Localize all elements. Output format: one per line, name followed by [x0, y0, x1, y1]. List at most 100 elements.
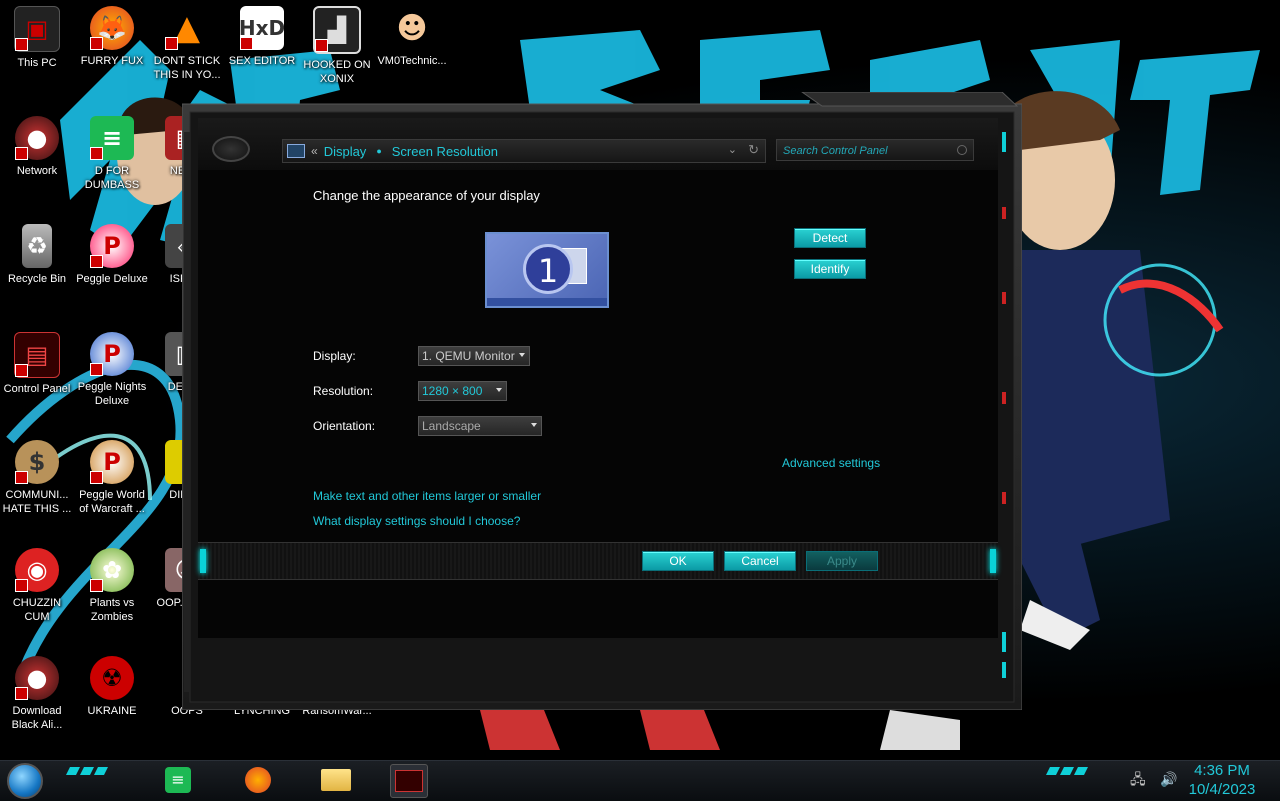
orientation-select-value: Landscape — [422, 419, 481, 433]
desktop-icon-peggle-deluxe[interactable]: P Peggle Deluxe — [75, 218, 149, 286]
system-tray: 🖧 🔊 — [1130, 769, 1178, 793]
chevron-down-icon[interactable]: ⌄ — [728, 143, 737, 156]
dialog-button-bar: OK Cancel Apply — [198, 542, 998, 580]
taskbar-firefox[interactable] — [240, 764, 276, 796]
screen-resolution-window: « Display ● Screen Resolution ⌄ ↻ Search… — [182, 92, 1022, 710]
firefox-icon: 🦊 — [90, 6, 134, 50]
desktop-icon-vm0technic[interactable]: ☻ VM0Technic... — [375, 0, 449, 68]
desktop-icon-label: Network — [16, 165, 58, 177]
monitor-taskbar — [487, 298, 607, 306]
desktop-icon-label: CHUZZIN CUM — [12, 597, 62, 623]
chevron-down-icon — [519, 353, 525, 357]
advanced-settings-link[interactable]: Advanced settings — [782, 456, 880, 470]
desktop-icon-label: Peggle World of Warcraft ... — [79, 489, 145, 515]
search-input[interactable]: Search Control Panel — [776, 139, 974, 161]
desktop-icon-hooked-on-xonix[interactable]: ▟ HOOKED ON XONIX — [300, 0, 374, 86]
breadcrumb-display[interactable]: Display — [324, 144, 367, 159]
right-accent — [990, 549, 996, 573]
page-title: Change the appearance of your display — [313, 188, 540, 203]
start-button[interactable] — [7, 763, 43, 799]
network-icon: ● — [15, 116, 59, 160]
taskbar-decoration — [66, 767, 108, 775]
taskbar-decoration — [1046, 767, 1088, 775]
desktop-icon-label: Download Black Ali... — [11, 705, 63, 731]
desktop-icon-this-pc[interactable]: ▣ This PC — [0, 0, 74, 70]
taskbar-control-panel[interactable] — [390, 764, 428, 798]
identify-button[interactable]: Identify — [794, 259, 866, 279]
desktop-icon-plants-vs-zombies[interactable]: ✿ Plants vs Zombies — [75, 542, 149, 624]
monitor-number-badge: 1 — [523, 244, 573, 294]
desktop-icon-label: This PC — [17, 57, 57, 69]
orientation-select[interactable]: Landscape — [418, 416, 542, 436]
taskbar-notes[interactable]: ≡ — [160, 764, 196, 796]
desktop-icon-control-panel[interactable]: ▤ Control Panel — [0, 326, 74, 396]
ok-button[interactable]: OK — [642, 551, 714, 571]
notes-icon: ≡ — [90, 116, 134, 160]
orientation-label: Orientation: — [313, 419, 376, 433]
desktop-icon-network[interactable]: ● Network — [0, 110, 74, 178]
radiation-icon: ☢ — [90, 656, 134, 700]
desktop-icon-communism[interactable]: $ COMMUNI... HATE THIS ... — [0, 434, 74, 516]
resolution-label: Resolution: — [313, 384, 374, 398]
left-accent — [200, 549, 206, 573]
desktop-icon-label: Plants vs Zombies — [89, 597, 135, 623]
refresh-icon[interactable]: ↻ — [748, 142, 759, 158]
desktop-icon-label: FURRY FUX — [80, 55, 144, 67]
back-button[interactable] — [212, 136, 250, 162]
desktop-icon-recycle-bin[interactable]: ♻ Recycle Bin — [0, 218, 74, 286]
desktop-icon-d-for-dumbass[interactable]: ≡ D FOR DUMBASS — [75, 110, 149, 192]
resolution-select-value: 1280 × 800 — [422, 384, 483, 398]
clock-date: 10/4/2023 — [1188, 781, 1256, 798]
display-select[interactable]: 1. QEMU Monitor — [418, 346, 530, 366]
desktop-icon-label: Peggle Deluxe — [76, 273, 148, 285]
taskbar: ≡ 🖧 🔊 4:36 PM 10/4/2023 — [0, 760, 1280, 801]
desktop-icon-download[interactable]: ● Download Black Ali... — [0, 650, 74, 732]
detect-button[interactable]: Detect — [794, 228, 866, 248]
chuzzle-icon: ◉ — [15, 548, 59, 592]
desktop-icon-chuzzin[interactable]: ◉ CHUZZIN CUM — [0, 542, 74, 624]
resolution-select[interactable]: 1280 × 800 — [418, 381, 507, 401]
firefox-icon — [245, 767, 271, 793]
text-size-link[interactable]: Make text and other items larger or smal… — [313, 489, 541, 503]
apply-button[interactable]: Apply — [806, 551, 878, 571]
desktop-icon-label: SEX EDITOR — [228, 55, 296, 67]
computer-icon: ▣ — [14, 6, 60, 52]
desktop-icon-label: Control Panel — [3, 383, 71, 395]
desktop-icon-label: D FOR DUMBASS — [84, 165, 140, 191]
display-select-value: 1. QEMU Monitor — [422, 349, 515, 363]
breadcrumb-overflow[interactable]: « — [311, 144, 318, 158]
breadcrumb-separator-icon: ● — [376, 146, 382, 156]
desktop-icon-ukraine[interactable]: ☢ UKRAINE — [75, 650, 149, 718]
monitor-preview[interactable]: 1 — [485, 232, 609, 308]
clock[interactable]: 4:36 PM 10/4/2023 — [1182, 761, 1262, 799]
display-help-link[interactable]: What display settings should I choose? — [313, 514, 520, 528]
search-placeholder: Search Control Panel — [783, 145, 888, 157]
display-label: Display: — [313, 349, 356, 363]
hxd-icon: HxD — [239, 6, 285, 50]
taskbar-file-explorer[interactable] — [318, 764, 354, 796]
network-icon: ● — [15, 656, 59, 700]
desktop-icon-peggle-nights[interactable]: P Peggle Nights Deluxe — [75, 326, 149, 408]
network-tray-icon[interactable]: 🖧 — [1130, 772, 1146, 788]
cancel-button[interactable]: Cancel — [724, 551, 796, 571]
volume-icon[interactable]: 🔊 — [1160, 772, 1177, 788]
notes-icon: ≡ — [165, 767, 191, 793]
desktop-icon-label: HOOKED ON XONIX — [303, 59, 371, 85]
content-pane: Change the appearance of your display 1 … — [198, 170, 998, 638]
desktop-icon-label: Recycle Bin — [7, 273, 67, 285]
desktop-icon-label: VM0Technic... — [377, 55, 447, 67]
desktop-icon-label: COMMUNI... HATE THIS ... — [2, 489, 72, 515]
desktop-icon-sex-editor[interactable]: HxD SEX EDITOR — [225, 0, 299, 68]
desktop-icon-peggle-wow[interactable]: P Peggle World of Warcraft ... — [75, 434, 149, 516]
desktop-icon-dont-stick[interactable]: ▲ DONT STICK THIS IN YO... — [150, 0, 224, 82]
search-icon[interactable] — [957, 145, 967, 155]
display-icon — [287, 144, 305, 158]
money-bag-icon: $ — [15, 440, 59, 484]
control-panel-icon — [395, 770, 423, 792]
breadcrumb-screen-resolution[interactable]: Screen Resolution — [392, 144, 498, 159]
peggle-icon: P — [90, 440, 134, 484]
address-bar[interactable]: « Display ● Screen Resolution ⌄ ↻ — [282, 139, 766, 163]
desktop-icon-furry-fux[interactable]: 🦊 FURRY FUX — [75, 0, 149, 68]
doctor-icon: ☻ — [396, 10, 428, 46]
peggle-icon: P — [90, 224, 134, 268]
